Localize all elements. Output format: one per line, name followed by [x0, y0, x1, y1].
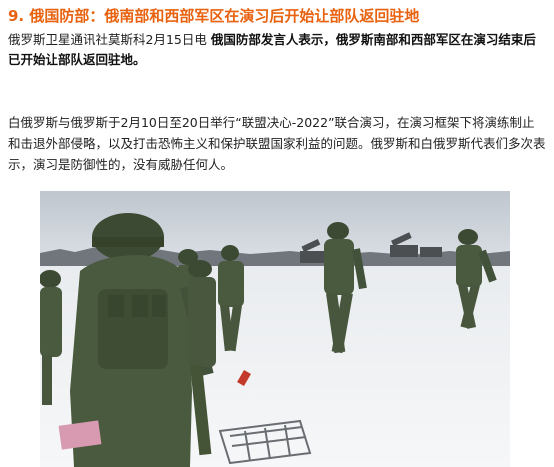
- article-page: 9. 俄国防部：俄南部和西部军区在演习后开始让部队返回驻地 俄罗斯卫星通讯社莫斯…: [0, 0, 554, 467]
- soldiers-photo-illustration: [40, 191, 510, 467]
- article-photo: [40, 191, 510, 467]
- lead-dateline: 俄罗斯卫星通讯社莫斯科2月15日电: [8, 32, 211, 47]
- article-heading: 9. 俄国防部：俄南部和西部军区在演习后开始让部队返回驻地: [8, 7, 420, 25]
- article-lead-paragraph: 俄罗斯卫星通讯社莫斯科2月15日电 俄国防部发言人表示，俄罗斯南部和西部军区在演…: [8, 30, 548, 70]
- article-body-paragraph: 白俄罗斯与俄罗斯于2月10日至20日举行“联盟决心-2022”联合演习，在演习框…: [8, 115, 546, 172]
